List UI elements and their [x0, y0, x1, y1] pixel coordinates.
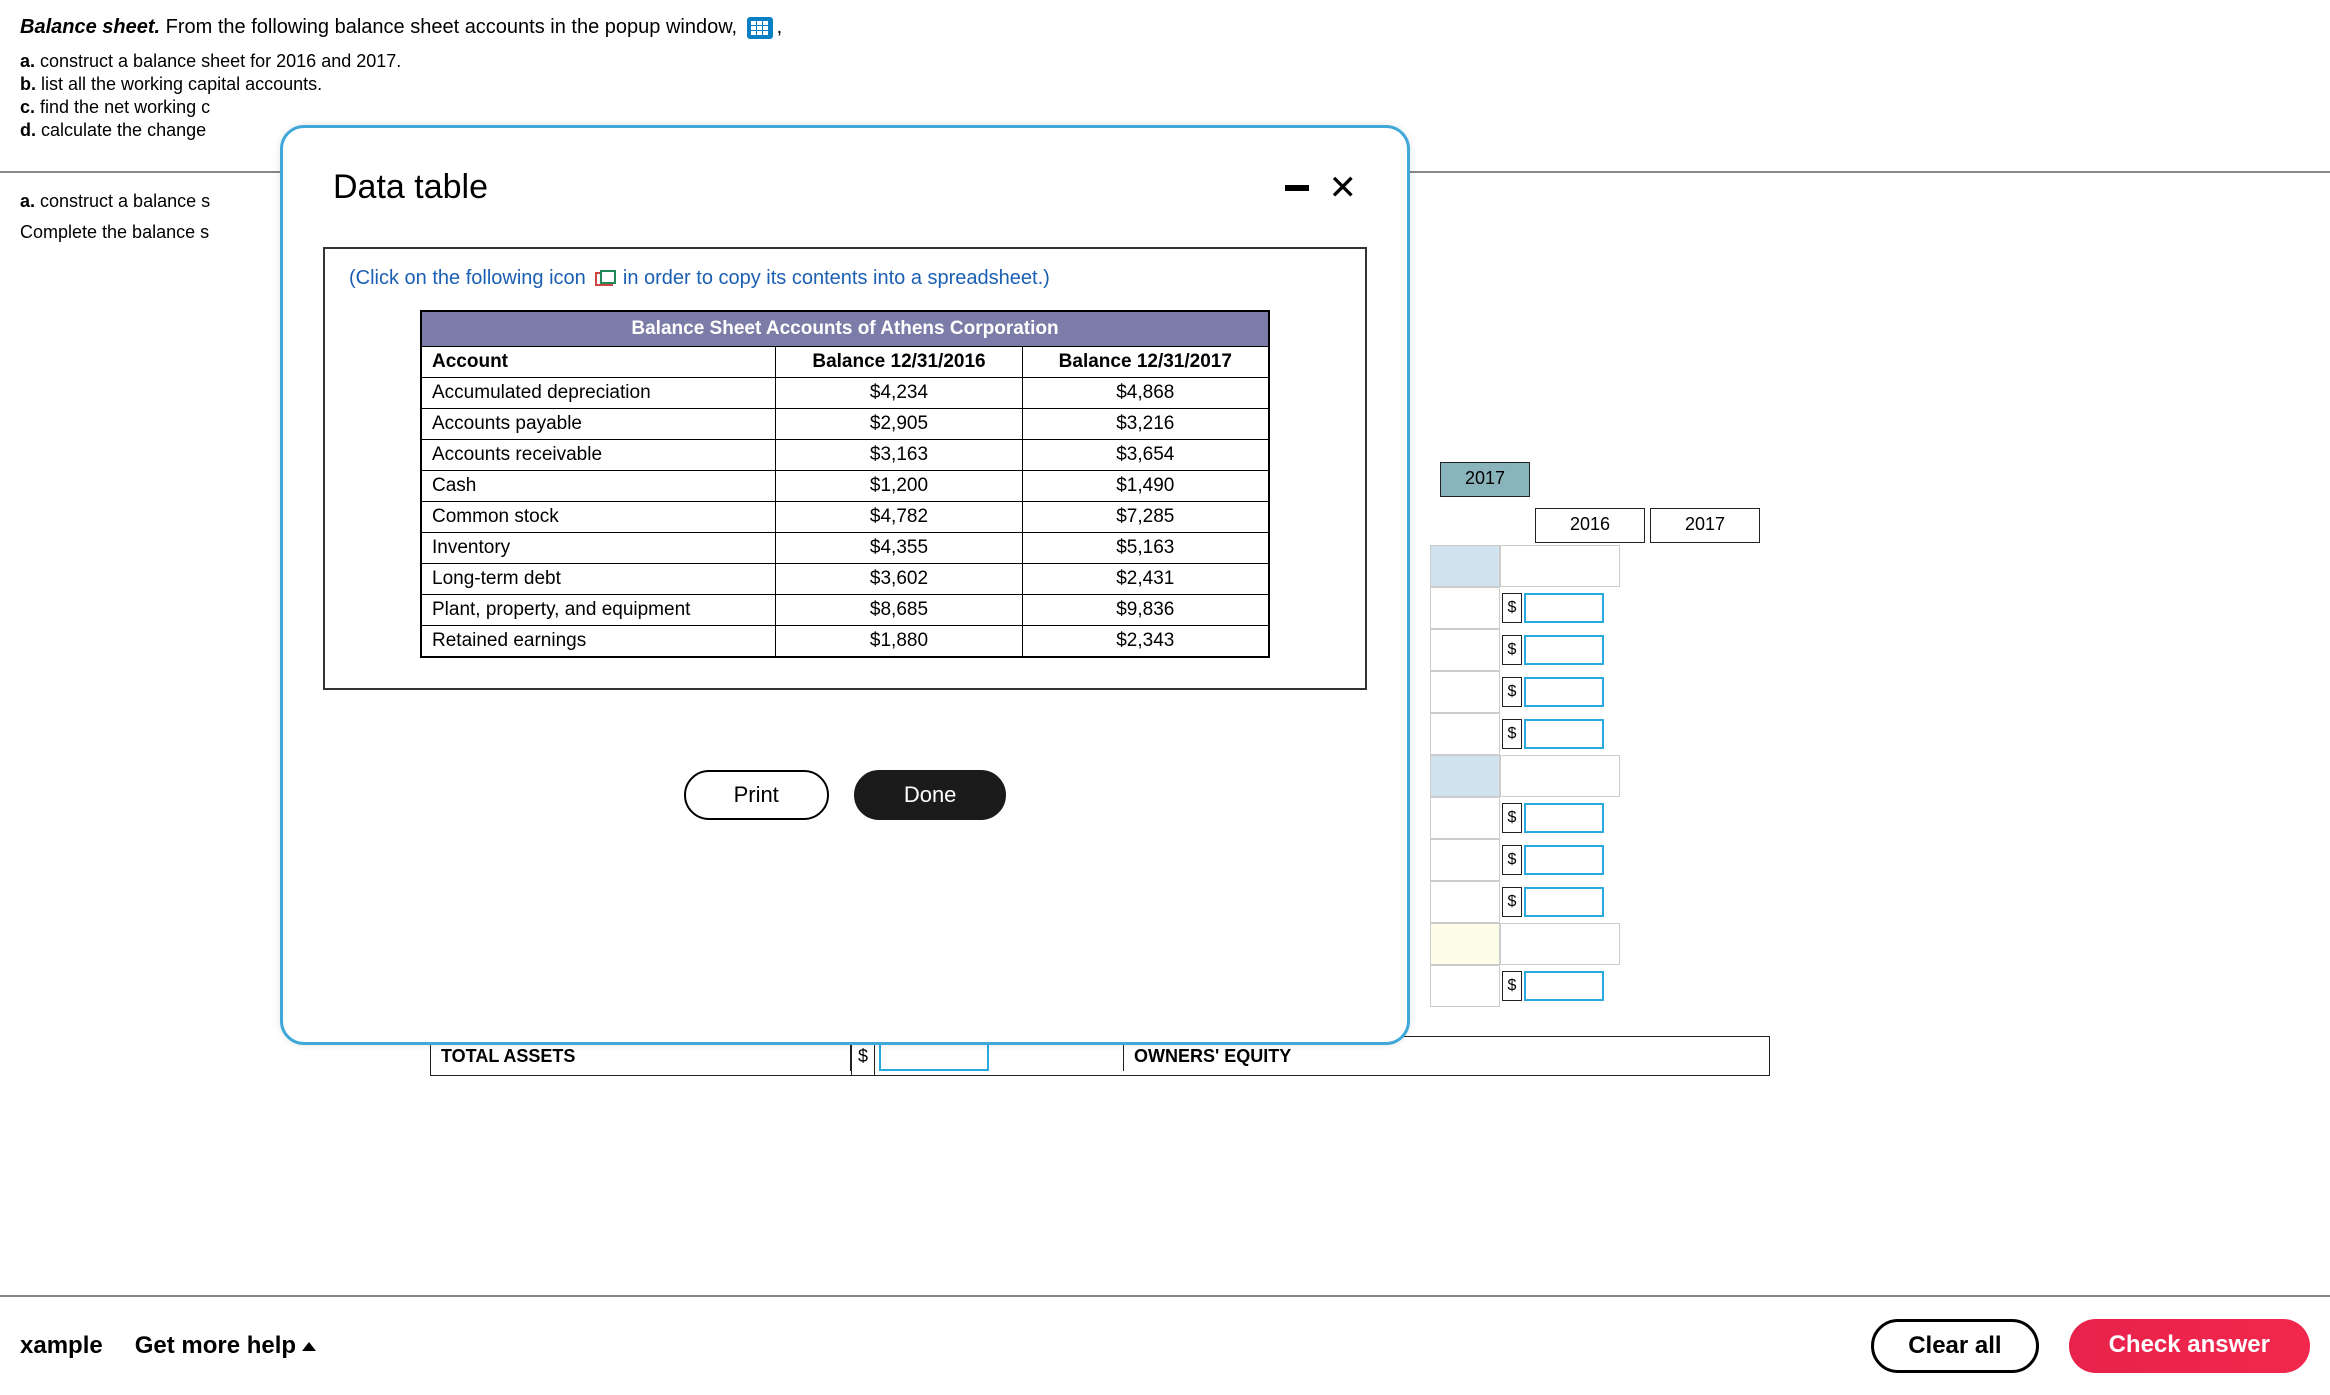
table-row: Accounts payable$2,905$3,216 [421, 409, 1269, 440]
table-row: Cash$1,200$1,490 [421, 471, 1269, 502]
acct-cell: Cash [421, 471, 776, 502]
val-2016: $8,685 [776, 595, 1022, 626]
copy-icon[interactable] [595, 272, 613, 286]
table-row: Long-term debt$3,602$2,431 [421, 564, 1269, 595]
acct-cell: Accounts receivable [421, 440, 776, 471]
answer-input[interactable] [1524, 803, 1604, 833]
instr-a-label: a. [20, 51, 35, 71]
val-2016: $2,905 [776, 409, 1022, 440]
answer-input[interactable] [1524, 593, 1604, 623]
instr-c-label: c. [20, 97, 35, 117]
acct-cell: Long-term debt [421, 564, 776, 595]
table-row: Accumulated depreciation$4,234$4,868 [421, 378, 1269, 409]
table-row: Plant, property, and equipment$8,685$9,8… [421, 595, 1269, 626]
val-2017: $4,868 [1022, 378, 1269, 409]
acct-cell: Common stock [421, 502, 776, 533]
dollar-label: $ [1502, 887, 1522, 917]
acct-cell: Plant, property, and equipment [421, 595, 776, 626]
instr-a-text: construct a balance sheet for 2016 and 2… [35, 51, 401, 71]
instr-b-label: b. [20, 74, 36, 94]
col-account: Account [421, 347, 776, 378]
dollar-label: $ [1502, 635, 1522, 665]
owners-equity-label: OWNERS' EQUITY [1123, 1042, 1403, 1071]
year-cell-2016: 2016 [1535, 508, 1645, 543]
acct-cell: Accounts payable [421, 409, 776, 440]
caret-up-icon [302, 1342, 316, 1351]
val-2017: $3,216 [1022, 409, 1269, 440]
footer-bar: xample Get more help Clear all Check ans… [0, 1295, 2330, 1395]
acct-cell: Accumulated depreciation [421, 378, 776, 409]
modal-title: Data table [333, 168, 488, 207]
data-table-modal: Data table ✕ (Click on the following ico… [280, 125, 1410, 1045]
total-assets-label: TOTAL ASSETS [431, 1042, 851, 1071]
balance-sheet-table: Balance Sheet Accounts of Athens Corpora… [420, 310, 1270, 658]
table-caption: Balance Sheet Accounts of Athens Corpora… [421, 311, 1269, 347]
answer-input[interactable] [1524, 971, 1604, 1001]
dollar-label: $ [1502, 719, 1522, 749]
hint-pre: (Click on the following icon [349, 267, 591, 289]
dollar-label: $ [1502, 845, 1522, 875]
instr-d-text: calculate the change [36, 120, 206, 140]
val-2017: $7,285 [1022, 502, 1269, 533]
val-2017: $1,490 [1022, 471, 1269, 502]
acct-cell: Retained earnings [421, 626, 776, 658]
val-2016: $1,200 [776, 471, 1022, 502]
print-button[interactable]: Print [684, 770, 829, 820]
title-rest: From the following balance sheet account… [160, 16, 737, 38]
done-button[interactable]: Done [854, 770, 1007, 820]
val-2017: $9,836 [1022, 595, 1269, 626]
val-2017: $3,654 [1022, 440, 1269, 471]
year-cell-2017-big: 2017 [1440, 462, 1530, 497]
year-cell-2017: 2017 [1650, 508, 1760, 543]
minimize-icon[interactable] [1285, 185, 1309, 191]
close-icon[interactable]: ✕ [1329, 171, 1358, 205]
table-popup-icon[interactable] [747, 17, 773, 39]
col-2017: Balance 12/31/2017 [1022, 347, 1269, 378]
val-2016: $4,234 [776, 378, 1022, 409]
col-2016: Balance 12/31/2016 [776, 347, 1022, 378]
val-2017: $5,163 [1022, 533, 1269, 564]
val-2016: $4,355 [776, 533, 1022, 564]
sub-a-label: a. [20, 191, 35, 211]
table-row: Inventory$4,355$5,163 [421, 533, 1269, 564]
instr-d-label: d. [20, 120, 36, 140]
val-2017: $2,343 [1022, 626, 1269, 658]
answer-input[interactable] [1524, 677, 1604, 707]
clear-all-button[interactable]: Clear all [1871, 1319, 2038, 1373]
val-2017: $2,431 [1022, 564, 1269, 595]
val-2016: $4,782 [776, 502, 1022, 533]
dollar-label: $ [1502, 677, 1522, 707]
table-row: Retained earnings$1,880$2,343 [421, 626, 1269, 658]
modal-body: (Click on the following icon in order to… [323, 247, 1367, 690]
table-row: Accounts receivable$3,163$3,654 [421, 440, 1269, 471]
get-more-help-link[interactable]: Get more help [135, 1332, 316, 1360]
acct-cell: Inventory [421, 533, 776, 564]
answer-input[interactable] [1524, 845, 1604, 875]
answer-input[interactable] [1524, 719, 1604, 749]
instr-b-text: list all the working capital accounts. [36, 74, 322, 94]
table-row: Common stock$4,782$7,285 [421, 502, 1269, 533]
check-answer-button[interactable]: Check answer [2069, 1319, 2310, 1373]
dollar-label: $ [1502, 971, 1522, 1001]
title-comma: , [777, 16, 783, 38]
title-bold: Balance sheet. [20, 16, 160, 38]
total-assets-input[interactable] [879, 1041, 989, 1071]
answer-grid: $ $ $ $ $ $ $ $ [1430, 545, 1770, 1007]
sub-a-text: construct a balance s [35, 191, 210, 211]
title-line: Balance sheet. From the following balanc… [20, 16, 2310, 39]
example-link[interactable]: xample [20, 1332, 103, 1360]
dollar-label: $ [1502, 593, 1522, 623]
val-2016: $1,880 [776, 626, 1022, 658]
answer-input[interactable] [1524, 635, 1604, 665]
val-2016: $3,163 [776, 440, 1022, 471]
instr-c-text: find the net working c [35, 97, 210, 117]
answer-input[interactable] [1524, 887, 1604, 917]
val-2016: $3,602 [776, 564, 1022, 595]
dollar-label: $ [1502, 803, 1522, 833]
copy-hint: (Click on the following icon in order to… [349, 267, 1341, 290]
hint-post: in order to copy its contents into a spr… [617, 267, 1049, 289]
